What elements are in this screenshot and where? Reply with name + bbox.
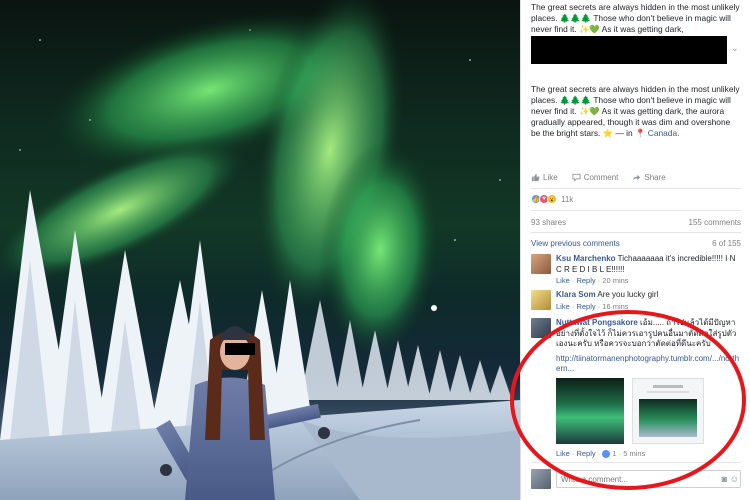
location-link[interactable]: Canada. — [648, 128, 680, 138]
comment-meta: Like · Reply · 20 mins — [556, 276, 629, 285]
shares-count[interactable]: 93 shares — [531, 218, 566, 227]
reaction-count: 11k — [561, 194, 574, 204]
view-previous-comments-link[interactable]: View previous comments — [531, 239, 620, 248]
highlight-circle — [510, 310, 746, 490]
chevron-down-icon[interactable]: ⌄ — [731, 43, 739, 54]
comment-author[interactable]: Klara Som — [556, 290, 596, 299]
comment-icon — [572, 173, 581, 182]
comments-navigation: View previous comments 6 of 155 — [531, 239, 741, 248]
aurora-photo — [0, 0, 520, 500]
comments-position: 6 of 155 — [712, 239, 741, 248]
thumbs-up-icon — [531, 173, 540, 181]
post-caption: The great secrets are always hidden in t… — [531, 84, 740, 138]
post-stats: 93 shares 155 comments — [531, 218, 741, 227]
avatar[interactable] — [531, 254, 551, 274]
reactions-summary[interactable]: 👍 ♥ 😮 11k — [531, 194, 573, 204]
divider — [531, 210, 741, 211]
share-icon — [633, 174, 641, 180]
comment-like-link[interactable]: Like — [556, 276, 570, 285]
divider — [531, 232, 741, 233]
post-actions: Like Comment Share — [531, 170, 741, 184]
comment-author[interactable]: Ksu Marchenko — [556, 254, 616, 263]
avatar[interactable] — [531, 290, 551, 310]
like-button[interactable]: Like — [531, 173, 558, 182]
censored-block — [531, 36, 727, 64]
comment-button[interactable]: Comment — [572, 173, 618, 182]
comment-text: Are you lucky girl — [597, 290, 659, 299]
location-pin-icon: 📍 — [635, 128, 646, 138]
comment-reply-link[interactable]: Reply — [576, 276, 595, 285]
divider — [531, 188, 741, 189]
post-caption-top: The great secrets are always hidden in t… — [531, 2, 740, 34]
comment-item: Ksu Marchenko Tichaaaaaaa it's incredibl… — [531, 254, 741, 288]
share-button[interactable]: Share — [632, 173, 666, 182]
wow-reaction-icon: 😮 — [547, 194, 557, 204]
comment-time: 20 mins — [602, 276, 629, 285]
comments-count[interactable]: 155 comments — [689, 218, 741, 227]
